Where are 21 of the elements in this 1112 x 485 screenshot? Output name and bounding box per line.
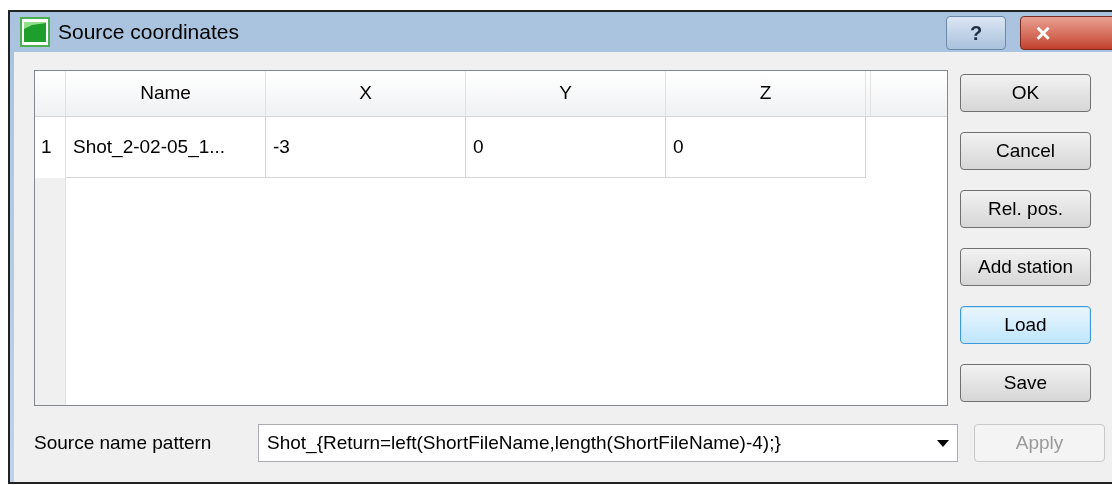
table-cell: 0 — [666, 117, 866, 177]
dialog-button[interactable]: Save — [960, 364, 1091, 402]
dropdown-arrow-icon — [937, 439, 949, 447]
column-header[interactable]: Name — [66, 71, 266, 116]
table-cell: -3 — [266, 117, 466, 177]
dialog-button[interactable]: Rel. pos. — [960, 190, 1091, 228]
table-cell: 0 — [466, 117, 666, 177]
help-button[interactable]: ? — [946, 16, 1006, 50]
column-header[interactable]: Z — [666, 71, 866, 116]
pattern-label: Source name pattern — [34, 430, 213, 455]
column-header[interactable]: X — [266, 71, 466, 116]
window-title: Source coordinates — [58, 19, 239, 46]
column-header[interactable]: Y — [466, 71, 666, 116]
dialog-button[interactable]: Load — [960, 306, 1091, 344]
window-icon — [20, 17, 50, 47]
dialog-button[interactable]: OK — [960, 74, 1091, 112]
dialog-button[interactable]: Cancel — [960, 132, 1091, 170]
dialog-button[interactable]: Add station — [960, 248, 1091, 286]
table-cell: Shot_2-02-05_1... — [66, 117, 266, 177]
pattern-combobox[interactable]: Shot_{Return=left(ShortFileName,length(ShortFileName)-4);} — [258, 424, 958, 462]
row-number[interactable]: 1 — [35, 117, 65, 178]
